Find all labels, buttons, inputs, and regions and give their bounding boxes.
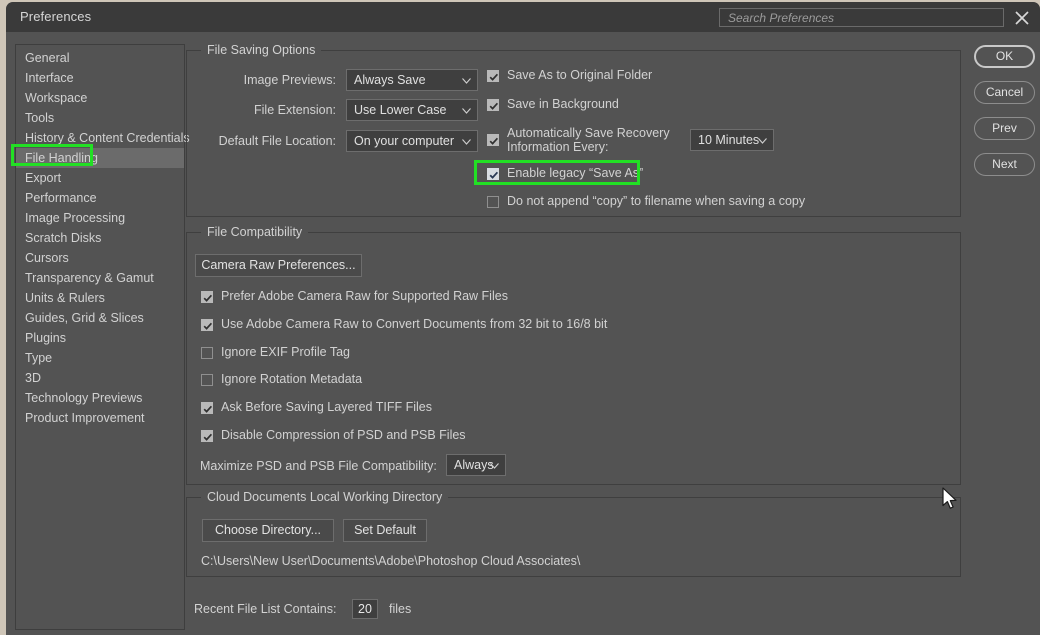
checkbox-label: Save As to Original Folder xyxy=(507,68,653,82)
ok-button[interactable]: OK xyxy=(974,45,1035,68)
sidebar-item-image-processing[interactable]: Image Processing xyxy=(16,208,184,228)
sidebar-item-history-credentials[interactable]: History & Content Credentials xyxy=(16,128,190,148)
checkbox-box xyxy=(487,196,499,208)
default-file-location-dropdown[interactable]: On your computer xyxy=(346,130,478,152)
sidebar-item-plugins[interactable]: Plugins xyxy=(16,328,184,348)
cancel-button[interactable]: Cancel xyxy=(974,81,1035,104)
checkbox-label: Ignore Rotation Metadata xyxy=(221,372,363,386)
sidebar-item-transparency-gamut[interactable]: Transparency & Gamut xyxy=(16,268,184,288)
checkbox-label: Enable legacy “Save As” xyxy=(507,166,644,180)
file-compatibility-label: File Compatibility xyxy=(201,225,309,239)
checkbox-label: Disable Compression of PSD and PSB Files xyxy=(221,428,466,442)
checkbox-box xyxy=(487,168,499,180)
next-button[interactable]: Next xyxy=(974,153,1035,176)
sidebar-item-guides-grid-slices[interactable]: Guides, Grid & Slices xyxy=(16,308,184,328)
window-title: Preferences xyxy=(20,9,92,24)
sidebar-item-scratch-disks[interactable]: Scratch Disks xyxy=(16,228,184,248)
checkbox-box xyxy=(201,291,213,303)
category-sidebar[interactable]: General Interface Workspace Tools Histor… xyxy=(15,44,190,630)
checkbox-box xyxy=(201,402,213,414)
search-placeholder: Search Preferences xyxy=(728,11,835,25)
checkbox-label-line2: Information Every: xyxy=(507,140,609,154)
checkbox-box xyxy=(201,347,213,359)
sidebar-item-performance[interactable]: Performance xyxy=(16,188,184,208)
prev-button[interactable]: Prev xyxy=(974,117,1035,140)
cloud-working-directory-path: C:\Users\New User\Documents\Adobe\Photos… xyxy=(201,554,581,568)
checkbox-box xyxy=(201,374,213,386)
maximize-compatibility-dropdown[interactable]: Always xyxy=(446,454,506,476)
set-default-button[interactable]: Set Default xyxy=(343,519,427,542)
sidebar-item-interface[interactable]: Interface xyxy=(16,68,184,88)
autosave-interval-dropdown[interactable]: 10 Minutes xyxy=(690,129,774,151)
checkbox-box xyxy=(487,99,499,111)
maximize-compatibility-label: Maximize PSD and PSB File Compatibility: xyxy=(200,459,437,473)
checkbox-label: Use Adobe Camera Raw to Convert Document… xyxy=(221,317,608,331)
sidebar-item-tools[interactable]: Tools xyxy=(16,108,184,128)
camera-raw-preferences-button[interactable]: Camera Raw Preferences... xyxy=(195,254,362,277)
chevron-down-icon xyxy=(758,138,767,144)
file-saving-options-label: File Saving Options xyxy=(201,43,322,57)
checkbox-box xyxy=(201,430,213,442)
choose-directory-button[interactable]: Choose Directory... xyxy=(202,519,334,542)
default-file-location-label: Default File Location: xyxy=(218,134,336,148)
sidebar-item-units-rulers[interactable]: Units & Rulers xyxy=(16,288,184,308)
checkbox-label: Do not append “copy” to filename when sa… xyxy=(507,194,806,208)
image-previews-label: Image Previews: xyxy=(243,73,336,87)
title-bar: Preferences Search Preferences xyxy=(6,2,1040,32)
sidebar-item-type[interactable]: Type xyxy=(16,348,184,368)
chevron-down-icon xyxy=(462,78,471,84)
cloud-documents-label: Cloud Documents Local Working Directory xyxy=(201,490,449,504)
checkbox-label: Ignore EXIF Profile Tag xyxy=(221,345,351,359)
recent-file-list-suffix: files xyxy=(389,602,412,616)
screen: Preferences Search Preferences General I… xyxy=(0,0,1040,635)
file-extension-value: Use Lower Case xyxy=(354,103,447,117)
maximize-compatibility-value: Always xyxy=(454,458,494,472)
checkbox-label: Prefer Adobe Camera Raw for Supported Ra… xyxy=(221,289,508,303)
sidebar-item-general[interactable]: General xyxy=(16,48,184,68)
preferences-dialog: Preferences Search Preferences General I… xyxy=(6,2,1040,635)
sidebar-item-file-handling[interactable]: File Handling xyxy=(16,148,184,168)
chevron-down-icon xyxy=(462,108,471,114)
checkbox-box xyxy=(487,70,499,82)
sidebar-item-3d[interactable]: 3D xyxy=(16,368,184,388)
sidebar-item-technology-previews[interactable]: Technology Previews xyxy=(16,388,184,408)
default-file-location-value: On your computer xyxy=(354,134,455,148)
sidebar-item-export[interactable]: Export xyxy=(16,168,184,188)
image-previews-value: Always Save xyxy=(354,73,426,87)
recent-file-list-label: Recent File List Contains: xyxy=(194,602,337,616)
checkbox-box xyxy=(487,134,499,146)
sidebar-item-cursors[interactable]: Cursors xyxy=(16,248,184,268)
sidebar-item-workspace[interactable]: Workspace xyxy=(16,88,184,108)
search-input[interactable]: Search Preferences xyxy=(719,8,1004,27)
file-extension-dropdown[interactable]: Use Lower Case xyxy=(346,99,478,121)
close-icon[interactable] xyxy=(1011,7,1033,29)
checkbox-box xyxy=(201,319,213,331)
sidebar-item-product-improvement[interactable]: Product Improvement xyxy=(16,408,184,428)
recent-file-count-input[interactable]: 20 xyxy=(352,599,378,619)
chevron-down-icon xyxy=(462,139,471,145)
chevron-down-icon xyxy=(490,463,499,469)
checkbox-label: Save in Background xyxy=(507,97,619,111)
file-extension-label: File Extension: xyxy=(254,103,336,117)
image-previews-dropdown[interactable]: Always Save xyxy=(346,69,478,91)
autosave-interval-value: 10 Minutes xyxy=(698,133,760,147)
checkbox-label: Ask Before Saving Layered TIFF Files xyxy=(221,400,432,414)
